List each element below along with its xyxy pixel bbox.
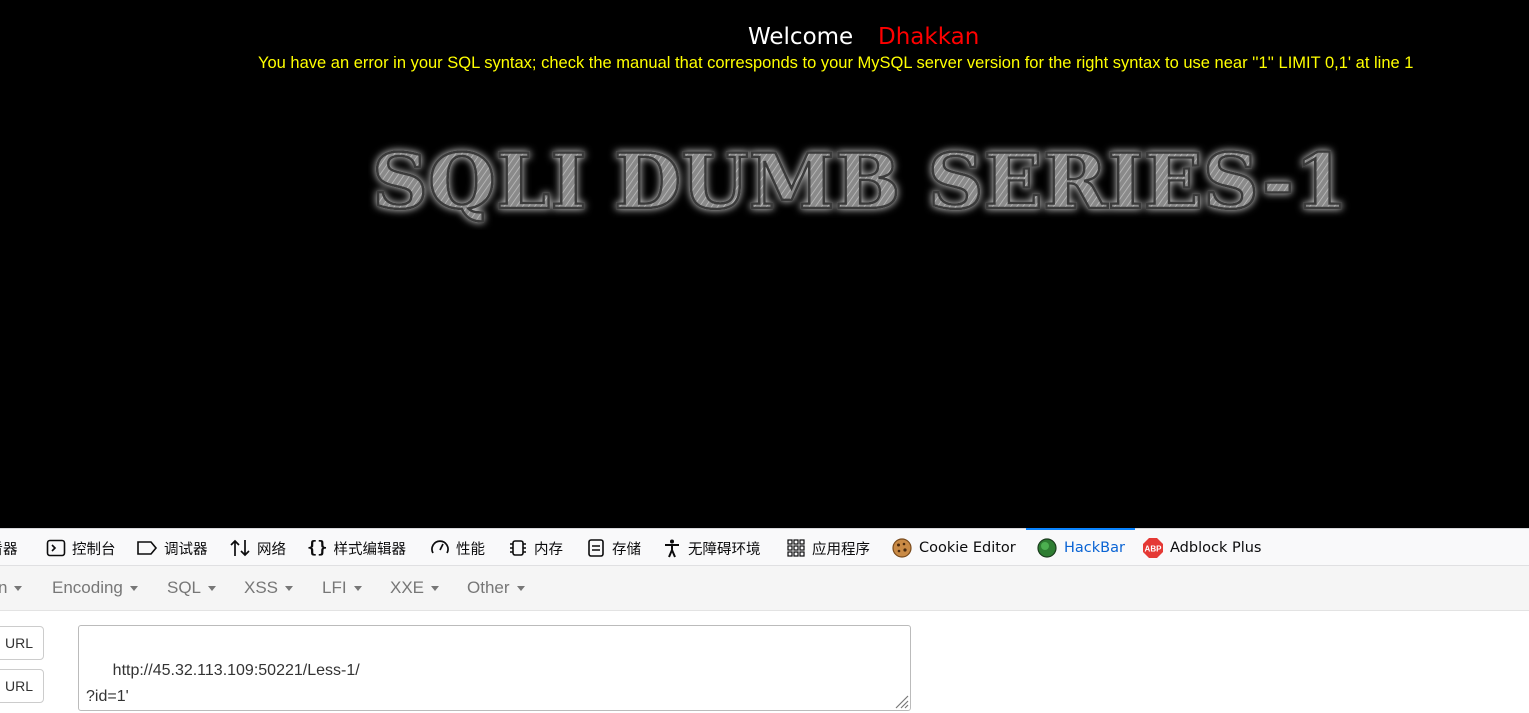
- tab-hackbar[interactable]: HackBar: [1026, 528, 1135, 567]
- chevron-down-icon: [129, 585, 138, 591]
- tab-accessibility[interactable]: 无障碍环境: [662, 529, 761, 567]
- tab-storage[interactable]: 存储: [586, 529, 641, 567]
- menu-xss[interactable]: XSS: [244, 566, 294, 610]
- menu-other-label: Other: [467, 578, 510, 597]
- console-icon: [46, 538, 66, 558]
- sqli-banner: SQLI DUMB SERIES-1: [371, 136, 1350, 228]
- banner-text: SQLI DUMB SERIES-1: [372, 137, 1348, 226]
- network-arrows-icon: [229, 538, 251, 558]
- storage-icon: [586, 538, 606, 558]
- welcome-name: Dhakkan: [878, 24, 980, 50]
- adblock-abp-icon: ABP: [1142, 537, 1164, 559]
- sql-error-message: You have an error in your SQL syntax; ch…: [258, 54, 1414, 72]
- tab-cookie-editor[interactable]: Cookie Editor: [891, 529, 1016, 567]
- tab-memory[interactable]: 内存: [508, 529, 563, 567]
- chevron-down-icon: [516, 585, 525, 591]
- tab-memory-label: 内存: [534, 541, 563, 558]
- tab-console[interactable]: 控制台: [46, 529, 116, 567]
- tab-style-editor-label: 样式编辑器: [333, 541, 406, 558]
- tab-performance[interactable]: 性能: [430, 529, 485, 567]
- menu-encoding-label: Encoding: [52, 578, 123, 597]
- split-url-button[interactable]: URL: [0, 669, 44, 703]
- tab-application-label: 应用程序: [812, 541, 870, 558]
- tab-hackbar-label: HackBar: [1064, 540, 1125, 556]
- menu-other[interactable]: Other: [467, 566, 525, 610]
- menu-xxe-label: XXE: [390, 578, 425, 597]
- tab-network-label: 网络: [257, 541, 286, 558]
- braces-icon: {}: [307, 538, 328, 558]
- devtools-tab-bar: 查看器 控制台 调试器 网络 {} 样式编辑器: [0, 528, 1529, 566]
- menu-lfi-label: LFI: [322, 578, 347, 597]
- accessibility-person-icon: [662, 538, 682, 558]
- url-textarea-value: http://45.32.113.109:50221/Less-1/ ?id=1…: [86, 662, 360, 705]
- hackbar-menu: n Encoding SQL XSS LFI XXE Other: [0, 566, 1529, 611]
- tab-adblock-plus[interactable]: ABP Adblock Plus: [1142, 529, 1261, 567]
- menu-sql-label: SQL: [167, 578, 202, 597]
- app-grid-icon: [786, 538, 806, 558]
- menu-first-partial[interactable]: n: [0, 566, 23, 610]
- tab-network[interactable]: 网络: [229, 529, 286, 567]
- chevron-down-icon: [208, 585, 217, 591]
- tab-debugger-label: 调试器: [164, 541, 208, 558]
- web-page: Welcome Dhakkan You have an error in you…: [0, 0, 1529, 528]
- hackbar-body: URL URL http://45.32.113.109:50221/Less-…: [0, 611, 1529, 713]
- chevron-down-icon: [431, 585, 440, 591]
- menu-first-partial-label: n: [0, 578, 8, 597]
- tab-application[interactable]: 应用程序: [786, 529, 870, 567]
- resize-grip-icon[interactable]: [893, 693, 909, 709]
- chevron-down-icon: [14, 585, 23, 591]
- menu-sql[interactable]: SQL: [167, 566, 217, 610]
- devtools-panel: 查看器 控制台 调试器 网络 {} 样式编辑器: [0, 528, 1529, 713]
- svg-text:ABP: ABP: [1145, 545, 1163, 554]
- menu-encoding[interactable]: Encoding: [52, 566, 138, 610]
- memory-chip-icon: [508, 538, 528, 558]
- chevron-down-icon: [285, 585, 294, 591]
- tab-console-label: 控制台: [72, 541, 116, 558]
- debugger-icon: [136, 538, 158, 558]
- hackbar-logo-icon: [1036, 537, 1058, 559]
- tab-inspector-label: 查看器: [0, 541, 18, 558]
- menu-xxe[interactable]: XXE: [390, 566, 440, 610]
- tab-accessibility-label: 无障碍环境: [688, 541, 761, 558]
- tab-storage-label: 存储: [612, 541, 641, 558]
- cookie-icon: [891, 537, 913, 559]
- menu-xss-label: XSS: [244, 578, 279, 597]
- tab-adblock-plus-label: Adblock Plus: [1170, 540, 1262, 556]
- welcome-text: Welcome: [748, 24, 854, 50]
- tab-debugger[interactable]: 调试器: [136, 529, 208, 567]
- load-url-button[interactable]: URL: [0, 626, 44, 660]
- menu-lfi[interactable]: LFI: [322, 566, 362, 610]
- url-textarea[interactable]: http://45.32.113.109:50221/Less-1/ ?id=1…: [78, 625, 911, 711]
- chevron-down-icon: [353, 585, 362, 591]
- tab-inspector[interactable]: 查看器: [0, 529, 18, 567]
- tab-performance-label: 性能: [456, 541, 485, 558]
- tab-cookie-editor-label: Cookie Editor: [919, 540, 1016, 556]
- gauge-icon: [430, 538, 450, 558]
- tab-style-editor[interactable]: {} 样式编辑器: [307, 529, 406, 567]
